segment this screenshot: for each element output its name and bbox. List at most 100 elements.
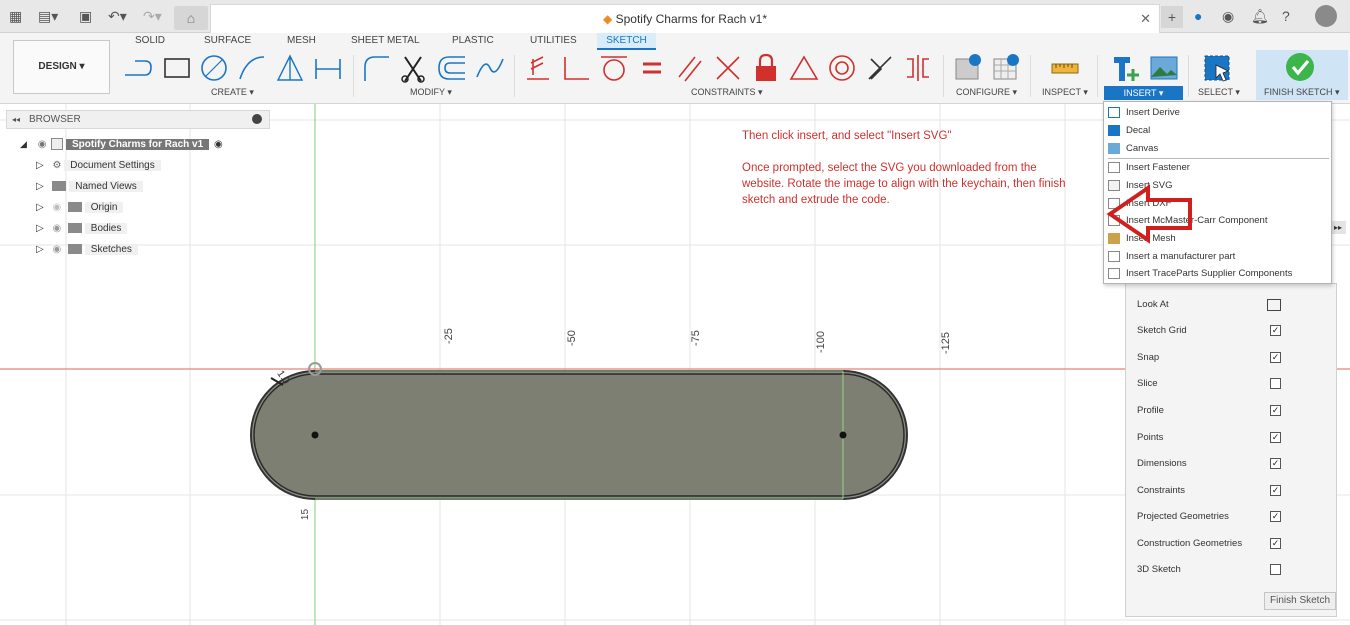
- inspect-menu[interactable]: INSPECT ▾: [1042, 87, 1088, 98]
- line-tool-icon[interactable]: [123, 53, 153, 83]
- insert-derive-icon[interactable]: [1111, 53, 1141, 83]
- circle-tool-icon[interactable]: [199, 53, 229, 83]
- checkbox[interactable]: [1270, 564, 1281, 575]
- save-icon[interactable]: ▣: [79, 7, 92, 25]
- checkbox[interactable]: ✓: [1270, 458, 1281, 469]
- fix-lock-icon[interactable]: [751, 53, 781, 83]
- tab-surface[interactable]: SURFACE: [204, 34, 251, 48]
- avatar[interactable]: [1315, 5, 1337, 27]
- expand-triangle-icon[interactable]: ▷: [36, 223, 44, 234]
- arc-tool-icon[interactable]: [237, 53, 267, 83]
- symmetry-constraint-icon[interactable]: [903, 53, 933, 83]
- look-at-icon[interactable]: [1267, 299, 1281, 311]
- spline-tool-icon[interactable]: [475, 53, 505, 83]
- checkmark-icon[interactable]: [1285, 52, 1315, 82]
- tab-solid[interactable]: SOLID: [135, 34, 165, 48]
- document-tab[interactable]: ◆ Spotify Charms for Rach v1* ✕: [210, 4, 1160, 33]
- notifications-icon[interactable]: 🔔︎: [1251, 7, 1269, 25]
- expand-triangle-icon[interactable]: ▷: [36, 181, 44, 192]
- checkbox[interactable]: ✓: [1270, 325, 1281, 336]
- collapse-triangle-icon[interactable]: ◢: [20, 139, 27, 149]
- eye-icon[interactable]: ◉: [38, 139, 47, 150]
- parallel-constraint-icon[interactable]: [675, 53, 705, 83]
- option-projected-geometries[interactable]: Projected Geometries ✓: [1137, 508, 1327, 526]
- browser-item[interactable]: ▷ ⚙ Document Settings: [36, 157, 161, 174]
- coincident-constraint-icon[interactable]: [523, 53, 553, 83]
- tangent-constraint-icon[interactable]: [599, 53, 629, 83]
- checkbox[interactable]: [1270, 378, 1281, 389]
- select-icon[interactable]: [1202, 53, 1232, 83]
- close-icon[interactable]: ✕: [1140, 11, 1151, 27]
- apps-grid-icon[interactable]: ▦: [9, 7, 22, 25]
- expand-triangle-icon[interactable]: ▷: [36, 202, 44, 213]
- tab-plastic[interactable]: PLASTIC: [452, 34, 494, 48]
- tab-sheet-metal[interactable]: SHEET METAL: [351, 34, 420, 48]
- perpendicular-constraint-icon[interactable]: [561, 53, 591, 83]
- concentric-constraint-icon[interactable]: [827, 53, 857, 83]
- menu-item-canvas[interactable]: Canvas: [1104, 140, 1331, 157]
- offset-tool-icon[interactable]: [437, 53, 467, 83]
- browser-item[interactable]: ▷ Named Views: [36, 178, 143, 195]
- expand-triangle-icon[interactable]: ▷: [36, 160, 44, 171]
- select-menu[interactable]: SELECT ▾: [1198, 87, 1240, 98]
- browser-item[interactable]: ▷ ◉ Sketches: [36, 241, 138, 258]
- checkbox[interactable]: ✓: [1270, 432, 1281, 443]
- extensions-icon[interactable]: ●: [1194, 7, 1202, 25]
- perpendicular-x-constraint-icon[interactable]: [713, 53, 743, 83]
- home-icon[interactable]: ⌂: [174, 6, 208, 30]
- configure-menu[interactable]: CONFIGURE ▾: [956, 87, 1017, 98]
- finish-sketch-menu[interactable]: FINISH SKETCH ▾: [1264, 87, 1340, 98]
- eye-icon[interactable]: ◉: [52, 223, 61, 234]
- finish-sketch-button[interactable]: Finish Sketch: [1264, 592, 1336, 610]
- minimize-icon[interactable]: [252, 114, 262, 124]
- equal-constraint-icon[interactable]: [637, 53, 667, 83]
- insert-image-icon[interactable]: [1149, 53, 1179, 83]
- undo-icon[interactable]: ↶▾: [108, 7, 127, 25]
- browser-item[interactable]: ▷ ◉ Origin: [36, 199, 124, 216]
- option-points[interactable]: Points ✓: [1137, 429, 1327, 447]
- checkbox[interactable]: ✓: [1270, 405, 1281, 416]
- tab-sketch[interactable]: SKETCH: [597, 33, 656, 50]
- option-profile[interactable]: Profile ✓: [1137, 402, 1327, 420]
- polygon-tool-icon[interactable]: [275, 53, 305, 83]
- eye-hidden-icon[interactable]: ◉: [52, 202, 61, 213]
- help-icon[interactable]: ?: [1282, 7, 1290, 25]
- option-snap[interactable]: Snap ✓: [1137, 349, 1327, 367]
- modify-menu[interactable]: MODIFY ▾: [410, 87, 452, 98]
- option-constraints[interactable]: Constraints ✓: [1137, 482, 1327, 500]
- create-menu[interactable]: CREATE ▾: [211, 87, 254, 98]
- browser-item[interactable]: ▷ ◉ Bodies: [36, 220, 128, 237]
- slot-tool-icon[interactable]: [313, 53, 343, 83]
- look-at-row[interactable]: Look At: [1137, 296, 1327, 314]
- new-tab-icon[interactable]: +: [1161, 6, 1183, 28]
- workspace-switcher[interactable]: DESIGN ▾: [13, 40, 110, 94]
- collapse-browser-icon[interactable]: ◂◂: [12, 111, 20, 128]
- browser-header[interactable]: ◂◂ BROWSER: [6, 110, 270, 129]
- menu-item-insert-derive[interactable]: Insert Derive: [1104, 104, 1331, 121]
- menu-item-decal[interactable]: Decal: [1104, 122, 1331, 139]
- tab-utilities[interactable]: UTILITIES: [530, 34, 577, 48]
- rectangle-tool-icon[interactable]: [161, 53, 191, 83]
- checkbox[interactable]: ✓: [1270, 485, 1281, 496]
- activate-radio-icon[interactable]: ◉: [214, 139, 223, 150]
- option-3d-sketch[interactable]: 3D Sketch: [1137, 561, 1327, 579]
- palette-collapse-icon[interactable]: ▸▸: [1330, 221, 1346, 234]
- checkbox[interactable]: ✓: [1270, 352, 1281, 363]
- option-slice[interactable]: Slice: [1137, 375, 1327, 393]
- eye-icon[interactable]: ◉: [52, 244, 61, 255]
- parameters-icon[interactable]: [953, 53, 983, 83]
- insert-menu-button[interactable]: INSERT ▾: [1104, 86, 1183, 100]
- constraints-menu[interactable]: CONSTRAINTS ▾: [691, 87, 763, 98]
- fillet-tool-icon[interactable]: [361, 53, 391, 83]
- midpoint-constraint-icon[interactable]: [865, 53, 895, 83]
- expand-triangle-icon[interactable]: ▷: [36, 244, 44, 255]
- option-construction-geometries[interactable]: Construction Geometries ✓: [1137, 535, 1327, 553]
- redo-icon[interactable]: ↷▾: [143, 7, 162, 25]
- checkbox[interactable]: ✓: [1270, 511, 1281, 522]
- trim-tool-icon[interactable]: [399, 53, 429, 83]
- job-status-icon[interactable]: ◉: [1222, 7, 1234, 25]
- measure-icon[interactable]: [1050, 53, 1080, 83]
- checkbox[interactable]: ✓: [1270, 538, 1281, 549]
- option-dimensions[interactable]: Dimensions ✓: [1137, 455, 1327, 473]
- triangle-constraint-icon[interactable]: [789, 53, 819, 83]
